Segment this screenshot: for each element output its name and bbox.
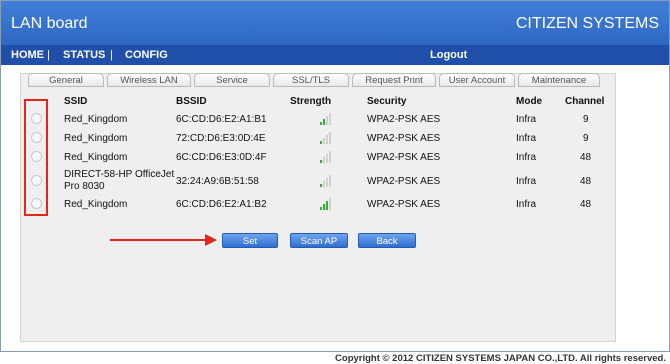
bssid-cell: 6C:CD:D6:E2:A1:B2 xyxy=(176,199,267,210)
tab-request-print[interactable]: Request Print xyxy=(352,73,436,87)
tab-ssl-tls[interactable]: SSL/TLS xyxy=(273,73,349,87)
header-channel: Channel xyxy=(565,96,605,107)
security-cell: WPA2-PSK AES xyxy=(367,176,441,187)
tab-maintenance[interactable]: Maintenance xyxy=(518,73,600,87)
ssid-cell: Red_Kingdom xyxy=(64,152,128,163)
header-security: Security xyxy=(367,96,407,107)
bssid-cell: 72:CD:D6:E3:0D:4E xyxy=(176,133,266,144)
ssid-cell: Red_Kingdom xyxy=(64,199,128,210)
brand-name: CITIZEN SYSTEMS xyxy=(515,15,659,32)
channel-cell: 9 xyxy=(583,133,589,144)
back-button[interactable]: Back xyxy=(358,233,416,248)
security-cell: WPA2-PSK AES xyxy=(367,152,441,163)
tab-service[interactable]: Service xyxy=(194,73,270,87)
channel-cell: 48 xyxy=(580,152,592,163)
nav-logout-link[interactable]: Logout xyxy=(430,49,467,61)
signal-strength-icon xyxy=(320,113,334,125)
tab-user-account[interactable]: User Account xyxy=(439,73,515,87)
header-bssid: BSSID xyxy=(176,96,207,107)
signal-strength-icon xyxy=(320,175,334,187)
tab-general[interactable]: General xyxy=(28,73,104,87)
signal-strength-icon xyxy=(320,198,334,210)
copyright-notice: Copyright © 2012 CITIZEN SYSTEMS JAPAN C… xyxy=(335,353,666,364)
header-mode: Mode xyxy=(516,96,543,107)
security-cell: WPA2-PSK AES xyxy=(367,199,441,210)
header-ssid: SSID xyxy=(64,96,88,107)
ssid-cell-continued: Pro 8030 xyxy=(64,181,105,192)
arrow-right-icon xyxy=(205,234,217,246)
mode-cell: Infra xyxy=(516,133,537,144)
title-bar: LAN board CITIZEN SYSTEMS xyxy=(1,1,669,45)
channel-cell: 9 xyxy=(583,114,589,125)
mode-cell: Infra xyxy=(516,176,537,187)
bssid-cell: 6C:CD:D6:E3:0D:4F xyxy=(176,152,267,163)
radio-column-highlight-box xyxy=(24,99,48,216)
mode-cell: Infra xyxy=(516,152,537,163)
nav-status-link[interactable]: STATUS xyxy=(63,49,105,61)
security-cell: WPA2-PSK AES xyxy=(367,133,441,144)
nav-separator: | xyxy=(47,49,50,61)
channel-cell: 48 xyxy=(580,199,592,210)
bssid-cell: 6C:CD:D6:E2:A1:B1 xyxy=(176,114,267,125)
ssid-cell: DIRECT-58-HP OfficeJet xyxy=(64,169,175,180)
app-title: LAN board xyxy=(11,15,88,32)
nav-home-link[interactable]: HOME xyxy=(11,49,44,61)
signal-strength-icon xyxy=(320,151,334,163)
mode-cell: Infra xyxy=(516,114,537,125)
mode-cell: Infra xyxy=(516,199,537,210)
bssid-cell: 32:24:A9:6B:51:58 xyxy=(176,176,259,187)
scan-ap-button[interactable]: Scan AP xyxy=(290,233,348,248)
nav-separator: | xyxy=(110,49,113,61)
nav-bar: HOME | STATUS | CONFIG Logout xyxy=(1,45,669,65)
channel-cell: 48 xyxy=(580,176,592,187)
set-button[interactable]: Set xyxy=(222,233,278,248)
ssid-cell: Red_Kingdom xyxy=(64,114,128,125)
nav-config-link[interactable]: CONFIG xyxy=(125,49,168,61)
ssid-cell: Red_Kingdom xyxy=(64,133,128,144)
annotation-arrow-line xyxy=(110,239,208,241)
tab-wireless-lan[interactable]: Wireless LAN xyxy=(107,73,191,87)
signal-strength-icon xyxy=(320,132,334,144)
security-cell: WPA2-PSK AES xyxy=(367,114,441,125)
header-strength: Strength xyxy=(290,96,332,107)
